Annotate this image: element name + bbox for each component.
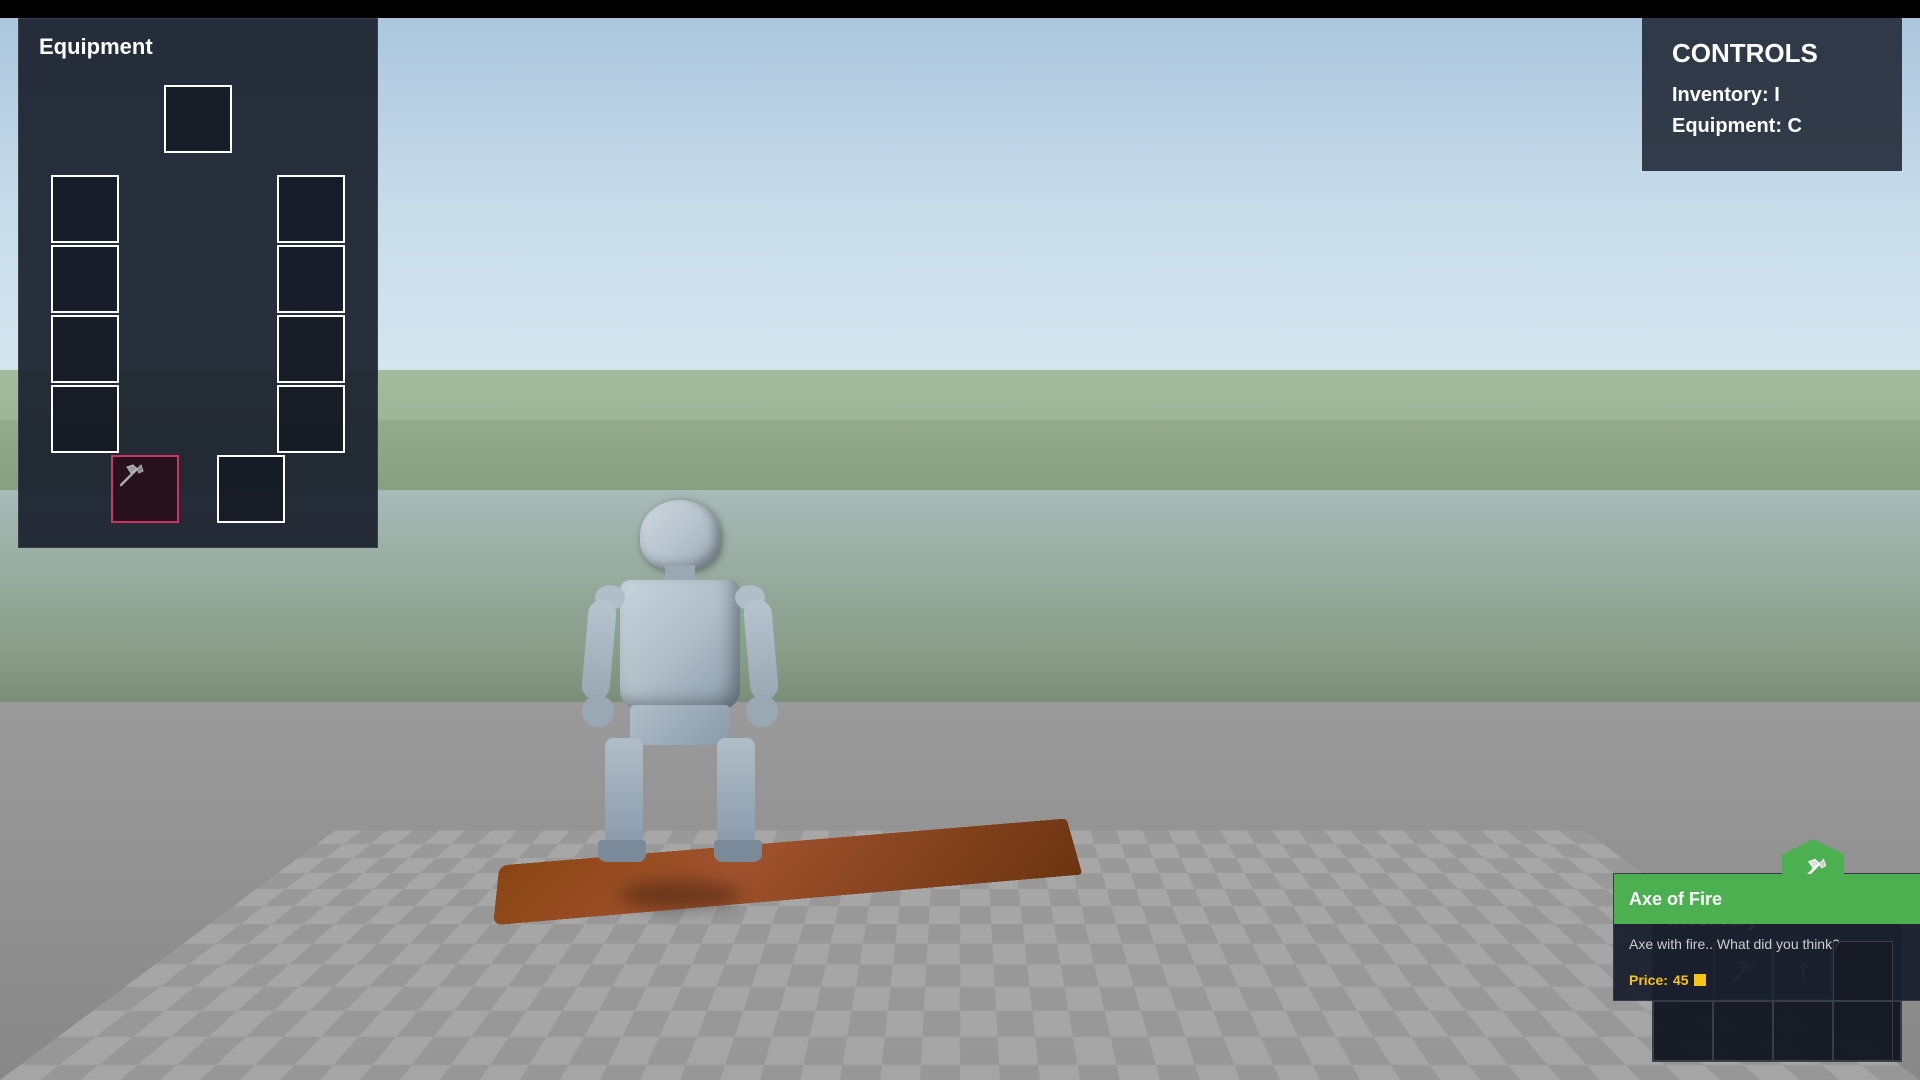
- control-inventory: Inventory: I: [1672, 84, 1872, 107]
- equipment-slot-right-4[interactable]: [277, 385, 345, 453]
- controls-panel: CONTROLS Inventory: I Equipment: C: [1642, 18, 1902, 171]
- robot-character: [580, 500, 780, 880]
- robot-shadow: [620, 880, 740, 910]
- equipment-slot-left-2[interactable]: [51, 245, 119, 313]
- robot-foot-left: [598, 840, 646, 862]
- equipment-slot-left-4[interactable]: [51, 385, 119, 453]
- robot-head: [640, 500, 720, 570]
- inventory-slot-4[interactable]: [1833, 941, 1893, 1001]
- equipment-slot-left-hand[interactable]: [111, 455, 179, 523]
- tooltip-price: Price: 45: [1629, 972, 1706, 988]
- controls-title: CONTROLS: [1672, 38, 1872, 69]
- robot-leg-left: [605, 738, 643, 848]
- inventory-panel: Inventory ↗: [1652, 896, 1902, 1062]
- inventory-slot-r2-partial: [1893, 1001, 1901, 1061]
- equipment-slot-right-1[interactable]: [277, 175, 345, 243]
- tooltip-header: Axe of Fire Left Hand: [1614, 874, 1920, 924]
- robot-torso: [620, 580, 740, 710]
- equipment-panel: Equipment: [18, 18, 378, 548]
- inventory-row-2: [1653, 1001, 1901, 1061]
- robot-leg-right: [717, 738, 755, 848]
- control-equipment: Equipment: C: [1672, 115, 1872, 138]
- robot-foot-right: [714, 840, 762, 862]
- tooltip-item-name: Axe of Fire: [1629, 889, 1722, 910]
- equipment-slot-right-hand[interactable]: [217, 455, 285, 523]
- price-value: 45: [1673, 972, 1689, 988]
- inventory-slot-r2-2[interactable]: [1713, 1001, 1773, 1061]
- inventory-slot-r2-1[interactable]: [1653, 1001, 1713, 1061]
- inventory-slot-r2-3[interactable]: [1773, 1001, 1833, 1061]
- equipment-slots-container: [29, 70, 367, 550]
- top-bar: [0, 0, 1920, 18]
- equipment-slot-left-1[interactable]: [51, 175, 119, 243]
- axe-icon-small: [113, 457, 149, 493]
- equipment-slot-right-2[interactable]: [277, 245, 345, 313]
- tooltip-wrapper: ↗ Axe of Fire Left Hand A: [1773, 941, 1833, 1001]
- gold-icon: [1694, 974, 1706, 986]
- equipment-slot-head[interactable]: [164, 85, 232, 153]
- equipment-title: Equipment: [19, 19, 377, 70]
- robot-pelvis: [630, 705, 730, 745]
- robot-arm-left: [581, 599, 618, 701]
- equipment-slot-left-3[interactable]: [51, 315, 119, 383]
- inventory-slot-r2-4[interactable]: [1833, 1001, 1893, 1061]
- price-label: Price:: [1629, 972, 1668, 988]
- robot-hand-right: [746, 695, 778, 727]
- robot-hand-left: [582, 695, 614, 727]
- inventory-row-1: ↗ Axe of Fire Left Hand A: [1653, 940, 1901, 1001]
- robot-arm-right: [743, 599, 780, 701]
- equipment-slot-right-3[interactable]: [277, 315, 345, 383]
